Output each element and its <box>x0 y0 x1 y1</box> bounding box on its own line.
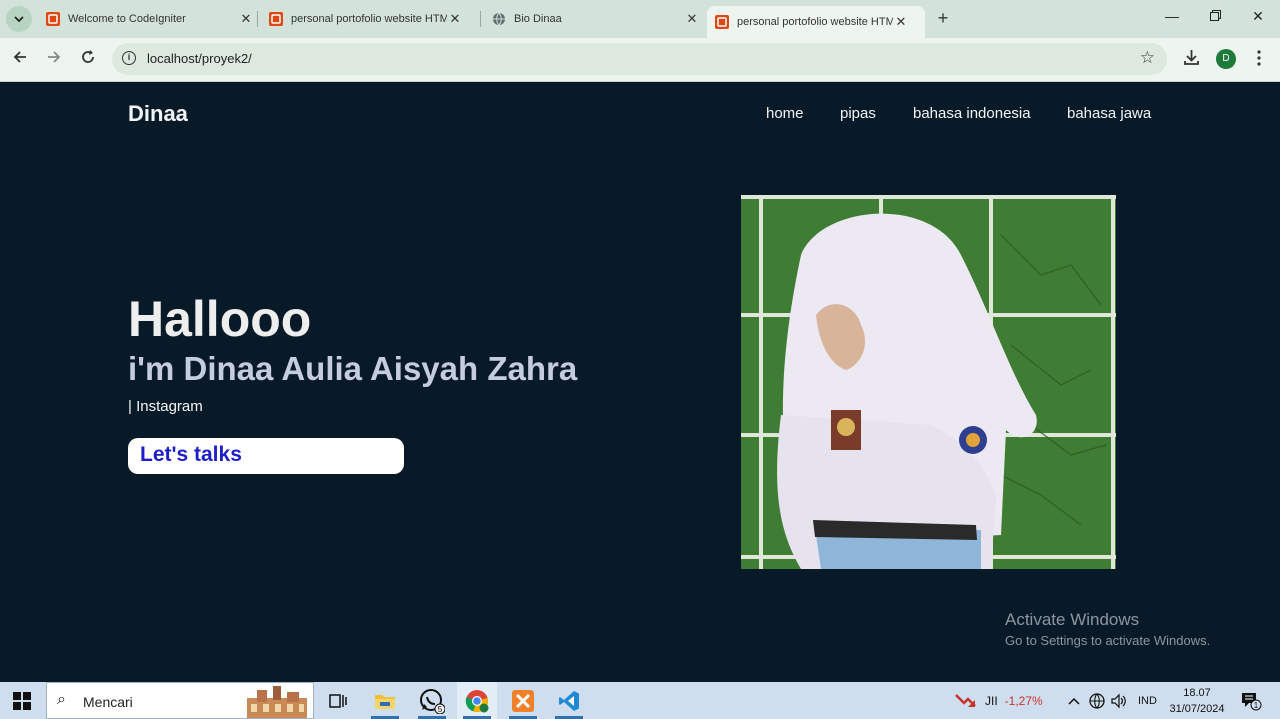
xampp-button[interactable] <box>503 682 543 719</box>
tab-divider <box>257 11 258 27</box>
back-button[interactable] <box>10 50 30 68</box>
reload-icon <box>82 50 94 63</box>
download-icon[interactable] <box>1183 49 1200 71</box>
arrow-right-icon <box>48 51 61 63</box>
stock-widget[interactable]: JII -1,27% <box>955 682 1043 719</box>
file-explorer-button[interactable] <box>365 682 405 719</box>
profile-photo <box>741 195 1116 569</box>
close-tab-icon[interactable]: ✕ <box>893 14 909 30</box>
hero-greeting: Hallooo <box>128 291 312 347</box>
restore-button[interactable] <box>1203 8 1227 24</box>
kebab-menu-icon[interactable] <box>1256 50 1262 71</box>
tab-title: personal portofolio website HTML <box>737 16 893 28</box>
minimize-button[interactable]: — <box>1160 8 1184 24</box>
codeigniter-favicon-icon <box>715 15 729 29</box>
close-tab-icon[interactable]: ✕ <box>447 11 463 27</box>
show-hidden-icons-button[interactable] <box>1068 682 1080 719</box>
network-icon[interactable] <box>1089 682 1105 719</box>
watermark-title: Activate Windows <box>1005 610 1140 629</box>
browser-toolbar: i localhost/proyek2/ ☆ <box>0 38 1280 82</box>
stock-label: JII <box>985 693 998 708</box>
windows-taskbar: ⌕ Mencari 5 JII -1,27% IND 18.07 31/07/2… <box>0 682 1280 719</box>
tab-title: Bio Dinaa <box>514 13 562 25</box>
tab-bio-dinaa[interactable]: Bio Dinaa ✕ <box>484 0 700 38</box>
close-tab-icon[interactable]: ✕ <box>684 11 700 27</box>
stock-down-icon <box>955 693 976 707</box>
task-view-icon <box>329 693 347 708</box>
bookmark-star-icon[interactable]: ☆ <box>1140 48 1155 68</box>
url-text: localhost/proyek2/ <box>147 51 252 66</box>
globe-icon <box>493 12 505 26</box>
tab-title: Welcome to CodeIgniter <box>68 13 186 25</box>
language-indicator[interactable]: IND <box>1138 682 1157 719</box>
stock-change: -1,27% <box>1004 693 1043 708</box>
chevron-down-icon <box>14 16 24 23</box>
address-bar[interactable]: i localhost/proyek2/ ☆ <box>112 43 1167 75</box>
whatsapp-icon: 5 <box>420 688 445 714</box>
whatsapp-badge: 5 <box>438 705 443 714</box>
chrome-icon <box>465 689 489 712</box>
hero-subtitle: | Instagram <box>128 398 203 415</box>
clock-date: 31/07/2024 <box>1169 703 1225 715</box>
reload-button[interactable] <box>78 50 98 68</box>
search-icon: ⌕ <box>57 691 66 708</box>
search-highlight-illustration <box>247 686 307 718</box>
activate-windows-watermark: Activate Windows Go to Settings to activ… <box>1005 610 1210 648</box>
tab-search-button[interactable] <box>6 6 32 32</box>
site-info-icon[interactable]: i <box>122 51 136 65</box>
notification-count: 1 <box>1254 701 1259 710</box>
site-logo[interactable]: Dinaa <box>128 101 188 127</box>
browser-tab-bar: Welcome to CodeIgniter ✕ personal portof… <box>0 0 1280 38</box>
xampp-icon <box>512 689 534 712</box>
forward-button[interactable] <box>44 50 64 68</box>
vscode-button[interactable] <box>549 682 589 719</box>
close-window-button[interactable]: ✕ <box>1246 8 1270 25</box>
folder-icon <box>375 694 395 709</box>
volume-icon[interactable] <box>1111 682 1127 719</box>
tab-title: personal portofolio website HTML <box>291 13 447 25</box>
system-clock[interactable]: 18.07 31/07/2024 <box>1165 685 1229 717</box>
lets-talk-button[interactable]: Let's talks <box>128 438 404 474</box>
nav-link-bahasa-indonesia[interactable]: bahasa indonesia <box>913 105 1031 122</box>
notification-icon: 1 <box>1242 692 1262 710</box>
new-tab-button[interactable]: + <box>932 8 954 29</box>
close-tab-icon[interactable]: ✕ <box>238 11 254 27</box>
cta-label: Let's talks <box>140 443 242 466</box>
whatsapp-button[interactable]: 5 <box>412 682 452 719</box>
codeigniter-favicon-icon <box>46 12 60 26</box>
windows-start-icon[interactable] <box>13 692 31 710</box>
search-placeholder: Mencari <box>83 694 133 710</box>
chevron-up-icon <box>1068 697 1080 705</box>
clock-time: 18.07 <box>1183 687 1211 699</box>
nav-link-pipas[interactable]: pipas <box>840 105 876 122</box>
nav-link-bahasa-jawa[interactable]: bahasa jawa <box>1067 105 1151 122</box>
task-view-button[interactable] <box>318 682 358 719</box>
vscode-icon <box>559 690 579 711</box>
nav-link-home[interactable]: home <box>766 105 804 122</box>
taskbar-search-box[interactable]: ⌕ Mencari <box>46 682 314 719</box>
codeigniter-favicon-icon <box>269 12 283 26</box>
tab-portfolio-active[interactable]: personal portofolio website HTML ✕ <box>707 6 925 38</box>
notification-center-button[interactable]: 1 <box>1240 682 1262 719</box>
profile-avatar[interactable]: D <box>1216 49 1236 69</box>
hero-name: i'm Dinaa Aulia Aisyah Zahra <box>128 350 578 387</box>
tab-welcome-codeigniter[interactable]: Welcome to CodeIgniter ✕ <box>38 0 254 38</box>
restore-icon <box>1209 10 1221 21</box>
web-page: Dinaa home pipas bahasa indonesia bahasa… <box>0 82 1280 682</box>
tab-portfolio-1[interactable]: personal portofolio website HTML ✕ <box>261 0 477 38</box>
arrow-left-icon <box>13 51 26 63</box>
chrome-button[interactable] <box>457 682 497 719</box>
watermark-subtitle: Go to Settings to activate Windows. <box>1005 633 1211 648</box>
tab-divider <box>480 11 481 27</box>
